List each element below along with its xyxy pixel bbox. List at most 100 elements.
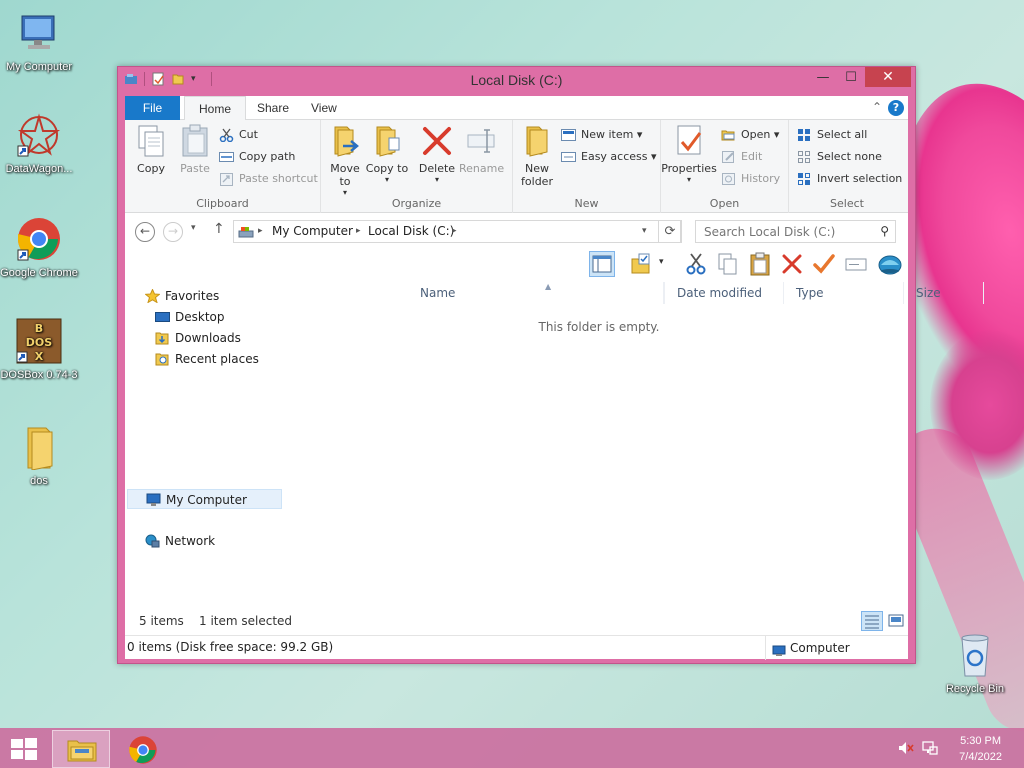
folder-options-dropdown-icon[interactable]: ▾: [659, 257, 664, 267]
delete-button[interactable]: Delete ▾: [415, 124, 459, 184]
edit-button[interactable]: Edit: [721, 147, 762, 167]
close-button[interactable]: ✕: [865, 67, 911, 87]
search-icon[interactable]: ⚲: [880, 224, 889, 238]
breadcrumb-separator-icon[interactable]: ▸: [356, 226, 361, 236]
copy-path-button[interactable]: Copy path: [219, 147, 295, 167]
invert-selection-icon: [797, 172, 812, 186]
tab-file[interactable]: File: [125, 96, 180, 120]
copy-label: Copy: [137, 162, 165, 175]
cut-button[interactable]: Cut: [219, 125, 258, 145]
navigation-pane: Favorites Desktop Downloads Recent place…: [125, 278, 285, 608]
start-button[interactable]: [10, 737, 38, 761]
move-to-button[interactable]: Move to ▾: [323, 124, 367, 197]
easy-access-button[interactable]: Easy access ▾: [561, 147, 657, 167]
back-button[interactable]: ←: [135, 222, 155, 242]
maximize-button[interactable]: ☐: [837, 67, 865, 87]
desktop-icon-datawagon[interactable]: DataWagon...: [0, 112, 78, 176]
nav-recent-places[interactable]: Recent places: [155, 349, 259, 369]
system-clock[interactable]: 5:30 PM 7/4/2022: [959, 733, 1002, 765]
svg-text:DOS: DOS: [26, 336, 52, 349]
address-bar[interactable]: ▸ My Computer ▸ Local Disk (C:) ▸ ▾: [233, 220, 681, 243]
new-folder-button[interactable]: New folder: [515, 124, 559, 188]
clipboard-group-label: Clipboard: [196, 197, 249, 210]
tab-share[interactable]: Share: [243, 96, 303, 120]
column-header-size[interactable]: Size: [904, 282, 984, 304]
search-box[interactable]: ⚲: [695, 220, 896, 243]
empty-folder-message: This folder is empty.: [538, 320, 660, 334]
ribbon-tabs: File Home Share View ⌃ ?: [125, 96, 908, 121]
properties-toolbar-icon[interactable]: [811, 251, 837, 277]
title-bar[interactable]: ▾ Local Disk (C:) — ☐ ✕: [118, 67, 915, 95]
easy-access-icon: [561, 150, 576, 164]
copy-toolbar-icon[interactable]: [715, 251, 741, 277]
paste-toolbar-icon[interactable]: [747, 251, 773, 277]
select-all-button[interactable]: Select all: [797, 125, 867, 145]
rename-toolbar-icon[interactable]: [843, 251, 869, 277]
cut-toolbar-icon[interactable]: [683, 251, 709, 277]
breadcrumb-my-computer[interactable]: My Computer: [272, 224, 353, 238]
nav-desktop[interactable]: Desktop: [155, 307, 225, 327]
column-header-date-modified[interactable]: Date modified: [664, 282, 784, 304]
search-input[interactable]: [696, 221, 866, 242]
breadcrumb-separator-icon[interactable]: ▸: [258, 226, 263, 236]
new-item-button[interactable]: New item ▾: [561, 125, 642, 145]
desktop-icon-recycle-bin[interactable]: Recycle Bin: [936, 632, 1014, 696]
window-content: File Home Share View ⌃ ? Copy Paste Cut …: [125, 96, 984, 660]
paste-button[interactable]: Paste: [173, 124, 217, 175]
paste-shortcut-button[interactable]: Paste shortcut: [219, 169, 318, 189]
network-globe-icon[interactable]: [877, 251, 903, 277]
column-header-label: Type: [796, 286, 824, 300]
select-all-label: Select all: [817, 128, 868, 141]
taskbar-file-explorer[interactable]: [52, 730, 110, 768]
folder-options-icon[interactable]: [629, 251, 655, 277]
svg-text:X: X: [35, 350, 44, 363]
desktop-icon-dosbox[interactable]: B DOS X DOSBox 0.74-3: [0, 318, 78, 382]
organize-group-label: Organize: [391, 197, 442, 210]
nav-my-computer[interactable]: My Computer: [127, 489, 282, 509]
new-group: New folder New item ▾ Easy access ▾ New: [513, 120, 661, 213]
network-status-icon[interactable]: [922, 740, 938, 756]
large-icons-view-icon[interactable]: [885, 611, 907, 631]
open-button[interactable]: Open ▾: [721, 125, 779, 145]
speaker-muted-icon[interactable]: [898, 740, 914, 756]
breadcrumb-local-disk[interactable]: Local Disk (C:): [368, 224, 454, 238]
copy-path-icon: [219, 150, 234, 164]
breadcrumb-separator-icon[interactable]: ▸: [452, 226, 457, 236]
column-header-type[interactable]: Type: [784, 282, 904, 304]
up-button[interactable]: ↑: [213, 221, 225, 237]
desktop-icon-google-chrome[interactable]: Google Chrome: [0, 216, 78, 280]
forward-button[interactable]: →: [163, 222, 183, 242]
delete-dropdown-arrow: ▾: [434, 175, 439, 184]
desktop-icon-dos-folder[interactable]: dos: [0, 424, 78, 488]
help-icon[interactable]: ?: [888, 100, 904, 116]
minimize-ribbon-icon[interactable]: ⌃: [872, 100, 882, 114]
refresh-button[interactable]: ⟳: [658, 220, 682, 243]
invert-selection-button[interactable]: Invert selection: [797, 169, 902, 189]
column-header-name[interactable]: ▲ Name: [408, 282, 664, 304]
window-title: Local Disk (C:): [470, 72, 563, 88]
nav-favorites[interactable]: Favorites: [144, 286, 219, 306]
open-group-label: Open: [709, 197, 740, 210]
nav-downloads[interactable]: Downloads: [155, 328, 241, 348]
column-header-label: Size: [916, 286, 941, 300]
minimize-button[interactable]: —: [809, 67, 837, 87]
select-none-button[interactable]: Select none: [797, 147, 882, 167]
delete-toolbar-icon[interactable]: [779, 251, 805, 277]
network-icon: [145, 534, 160, 548]
copy-to-icon: [371, 124, 403, 158]
address-dropdown-icon[interactable]: ▾: [642, 226, 647, 236]
taskbar-chrome[interactable]: [114, 730, 172, 768]
copy-to-button[interactable]: Copy to ▾: [365, 124, 409, 184]
status-text: 0 items (Disk free space: 99.2 GB): [127, 640, 334, 654]
recent-locations-dropdown-icon[interactable]: ▾: [191, 223, 196, 233]
rename-button[interactable]: Rename: [459, 124, 504, 175]
tab-home[interactable]: Home: [184, 96, 247, 121]
tab-view[interactable]: View: [297, 96, 351, 120]
nav-network[interactable]: Network: [145, 531, 215, 551]
preview-pane-icon[interactable]: [589, 251, 615, 277]
history-button[interactable]: History: [721, 169, 780, 189]
desktop-icon-my-computer[interactable]: My Computer: [0, 10, 78, 74]
properties-button[interactable]: Properties ▾: [661, 124, 717, 184]
copy-button[interactable]: Copy: [129, 124, 173, 175]
details-view-icon[interactable]: [861, 611, 883, 631]
